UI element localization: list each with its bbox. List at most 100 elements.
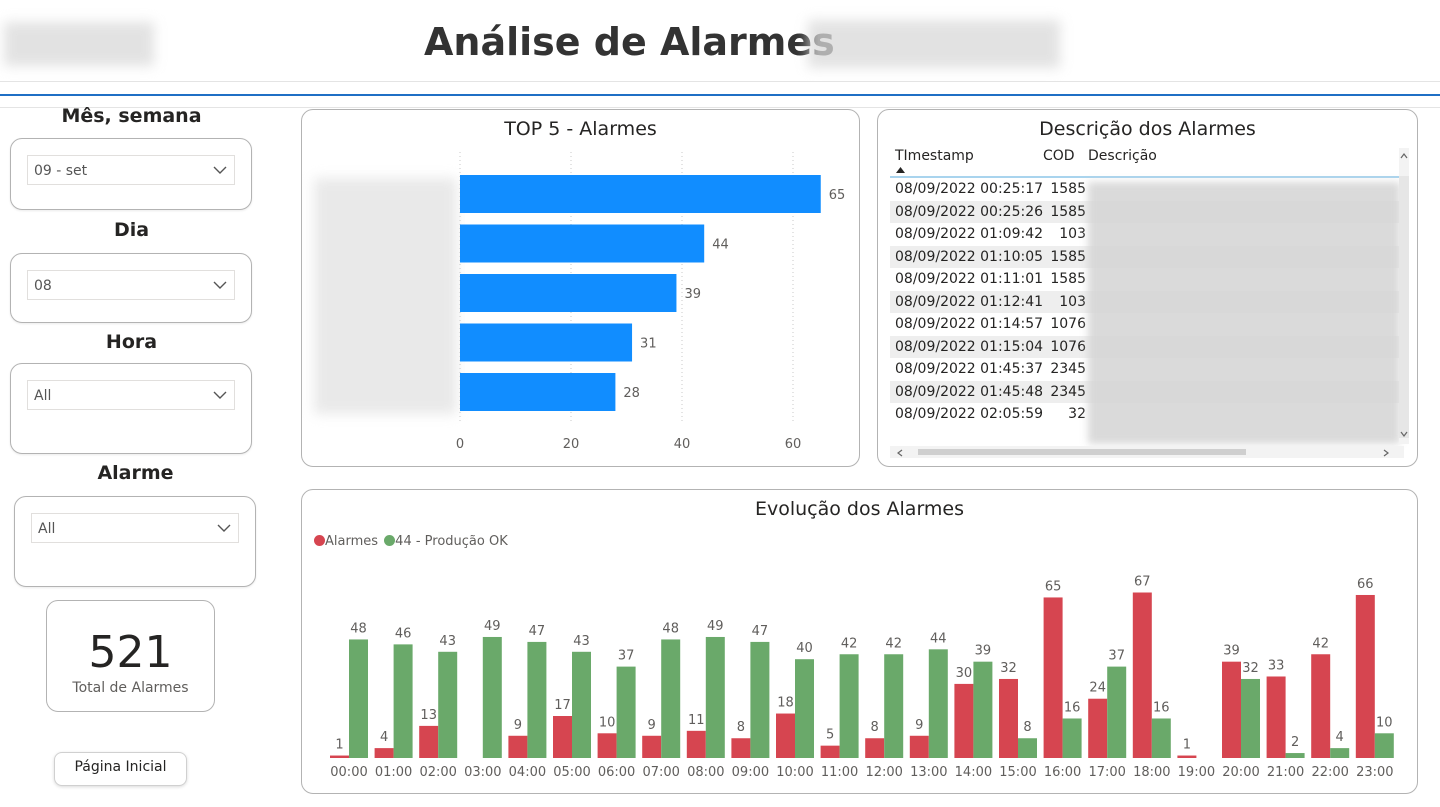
production-data-label: 49 — [707, 619, 724, 634]
cell-cod: 32 — [1068, 406, 1086, 422]
cell-timestamp: 08/09/2022 00:25:17 — [895, 181, 1044, 197]
month-dropdown[interactable]: 09 - set — [27, 155, 235, 185]
cell-cod: 1585 — [1050, 203, 1086, 220]
production-bar — [527, 641, 547, 758]
production-bar — [1018, 738, 1037, 758]
alarm-data-label: 66 — [1357, 577, 1374, 592]
alarm-data-label: 8 — [737, 720, 745, 735]
table-title: Descrição dos Alarmes — [1039, 118, 1256, 140]
production-data-label: 16 — [1153, 700, 1170, 715]
production-data-label: 49 — [484, 619, 501, 634]
production-bar — [482, 636, 502, 758]
production-bar — [973, 661, 993, 758]
cell-cod: 1585 — [1050, 248, 1086, 265]
production-data-label: 47 — [752, 624, 769, 639]
production-data-label: 44 — [930, 631, 947, 646]
column-header-description[interactable]: Descrição — [1088, 148, 1157, 164]
day-dropdown-value: 08 — [34, 278, 52, 294]
cell-timestamp: 08/09/2022 01:45:37 — [895, 361, 1044, 377]
alarm-data-label: 42 — [1312, 636, 1329, 651]
production-bar — [839, 654, 859, 758]
alarm-bar — [999, 678, 1018, 758]
top5-data-label: 65 — [829, 188, 846, 203]
alarm-dropdown-value: All — [38, 521, 56, 537]
horizontal-scrollbar[interactable] — [890, 446, 1404, 458]
x-category-label: 21:00 — [1267, 765, 1304, 780]
alarm-bar — [553, 716, 572, 758]
alarm-bar — [330, 755, 349, 758]
sort-ascending-icon — [896, 167, 905, 173]
cell-timestamp: 08/09/2022 01:45:48 — [895, 383, 1044, 400]
day-dropdown[interactable]: 08 — [27, 270, 235, 300]
production-data-label: 48 — [662, 621, 679, 636]
column-header-cod[interactable]: COD — [1043, 148, 1075, 164]
x-category-label: 15:00 — [999, 765, 1036, 780]
top5-data-label: 28 — [623, 386, 640, 401]
horizontal-scrollbar-thumb[interactable] — [918, 449, 1246, 455]
kpi-value: 521 — [88, 627, 173, 678]
x-category-label: 01:00 — [375, 765, 412, 780]
alarm-bar — [909, 735, 929, 758]
hour-dropdown[interactable]: All — [27, 380, 235, 410]
header-divider-light — [0, 81, 1440, 82]
cell-timestamp: 08/09/2022 01:09:42 — [895, 226, 1044, 242]
top5-bar — [460, 224, 705, 263]
chevron-down-icon — [213, 391, 227, 399]
scroll-left-icon[interactable] — [896, 448, 904, 458]
production-bar — [393, 644, 413, 758]
production-bar — [705, 636, 725, 758]
alarm-bar — [1177, 755, 1197, 758]
alarm-bar — [820, 745, 840, 758]
cell-timestamp: 08/09/2022 01:14:57 — [895, 316, 1044, 332]
scroll-up-icon[interactable] — [1399, 152, 1409, 160]
alarm-data-label: 9 — [648, 718, 656, 733]
alarm-dropdown[interactable]: All — [31, 513, 239, 543]
slicer-alarm: All — [14, 496, 256, 587]
production-bar — [438, 651, 458, 758]
top5-alarms-panel: TOP 5 - Alarmes 0 20 40 60 65 44 39 31 28 — [301, 109, 860, 467]
alarm-data-label: 32 — [1000, 661, 1017, 676]
alarm-bar — [731, 738, 751, 758]
alarm-data-label: 24 — [1089, 681, 1106, 696]
production-bar — [1241, 678, 1260, 758]
production-bar — [349, 639, 368, 758]
alarm-bar — [597, 733, 617, 758]
production-data-label: 32 — [1242, 661, 1259, 676]
column-header-timestamp[interactable]: TImestamp — [895, 148, 974, 164]
scroll-right-icon[interactable] — [1382, 448, 1390, 458]
kpi-card-total-alarms: 521 Total de Alarmes — [46, 600, 215, 712]
slicer-month: 09 - set — [10, 138, 252, 210]
logo-redacted — [4, 22, 154, 66]
x-category-label: 19:00 — [1178, 765, 1215, 780]
production-bar — [795, 659, 814, 758]
top5-data-label: 39 — [684, 287, 701, 302]
home-page-button[interactable]: Página Inicial — [54, 752, 187, 786]
alarm-data-label: 17 — [554, 698, 571, 713]
cell-cod: 2345 — [1050, 361, 1086, 377]
top5-bar — [460, 323, 633, 362]
vertical-scrollbar-thumb[interactable] — [1399, 176, 1409, 438]
vertical-scrollbar[interactable] — [1399, 148, 1409, 444]
alarm-bar — [1043, 597, 1063, 758]
slicer-day: 08 — [10, 253, 252, 323]
x-category-label: 06:00 — [598, 765, 635, 780]
production-data-label: 10 — [1376, 715, 1393, 730]
top5-data-label: 44 — [712, 238, 729, 253]
alarm-evolution-panel: Evolução dos Alarmes Alarmes 44 - Produç… — [301, 489, 1418, 794]
scroll-down-icon[interactable] — [1399, 430, 1409, 438]
alarm-bar — [1222, 661, 1241, 758]
alarm-data-label: 1 — [1183, 738, 1191, 753]
x-category-label: 00:00 — [330, 765, 367, 780]
header-divider-blue — [0, 94, 1440, 96]
production-bar — [1062, 718, 1082, 758]
cell-cod: 2345 — [1050, 383, 1086, 400]
production-bar — [572, 651, 591, 758]
slicer-label-day: Dia — [113, 219, 150, 241]
top5-bar — [460, 175, 821, 213]
production-bar — [750, 641, 770, 758]
alarm-bar — [1132, 592, 1152, 758]
alarm-bar — [374, 748, 394, 758]
production-data-label: 40 — [796, 641, 813, 656]
production-bar — [928, 649, 948, 758]
alarm-description-panel: Descrição dos Alarmes TImestamp COD Desc… — [877, 109, 1418, 467]
